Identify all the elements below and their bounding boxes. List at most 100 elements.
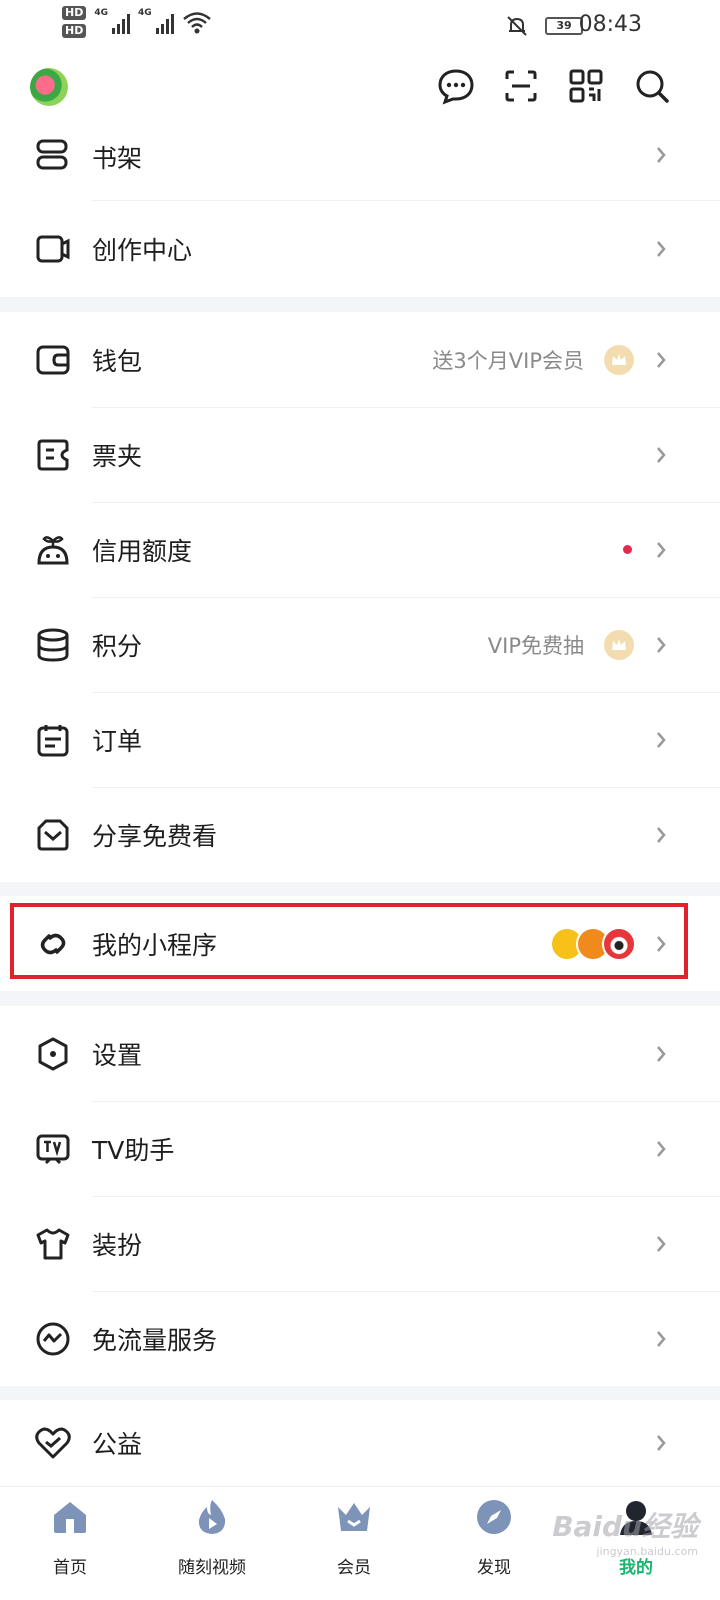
menu-item-label: 分享免费看 bbox=[92, 821, 218, 851]
menu-item-label: 公益 bbox=[92, 1430, 143, 1459]
menu-item-bookshelf[interactable]: 书架 bbox=[0, 127, 720, 187]
weibo-icon bbox=[602, 926, 636, 961]
menu-item-label: 订单 bbox=[92, 726, 143, 756]
chevron-right-icon bbox=[657, 1141, 666, 1157]
tab-label: 随刻视频 bbox=[178, 1558, 246, 1578]
menu-item-label: 书架 bbox=[92, 144, 143, 173]
status-bar: HD HD 4G 4G 39 08:43 bbox=[0, 0, 720, 52]
menu-group-settings: 设置 TV助手 装扮 免流量服务 bbox=[0, 1006, 720, 1386]
bottom-tab-bar: 首页 随刻视频 会员 发现 我的 Baidu经验 jingyan.baidu.c… bbox=[0, 1486, 720, 1600]
chevron-right-icon bbox=[657, 732, 666, 748]
status-right: 39 bbox=[505, 14, 583, 38]
menu-group-charity: 公益 bbox=[0, 1400, 720, 1486]
charity-icon bbox=[35, 1427, 71, 1459]
mute-bell-icon bbox=[507, 16, 527, 36]
search-icon[interactable] bbox=[632, 66, 672, 106]
order-icon bbox=[37, 725, 69, 757]
wallet-icon bbox=[36, 345, 70, 375]
chevron-right-icon bbox=[657, 447, 666, 463]
home-icon bbox=[54, 1502, 86, 1533]
sim1-hd-badge: HD bbox=[62, 6, 87, 20]
menu-item-label: 票夹 bbox=[92, 441, 143, 471]
menu-item-share[interactable]: 分享免费看 bbox=[0, 787, 720, 882]
notification-dot bbox=[623, 545, 632, 554]
menu-group-mini-programs: 我的小程序 bbox=[0, 896, 720, 991]
vip-crown-badge-icon bbox=[604, 629, 634, 660]
signal-2-icon: 4G bbox=[138, 6, 174, 34]
chevron-right-icon bbox=[657, 352, 666, 368]
menu-item-settings[interactable]: 设置 bbox=[0, 1006, 720, 1101]
menu-item-label: 免流量服务 bbox=[92, 1325, 218, 1355]
menu-item-free-data[interactable]: 免流量服务 bbox=[0, 1291, 720, 1386]
network-type-label: 4G bbox=[94, 8, 108, 18]
chevron-right-icon bbox=[657, 1236, 666, 1252]
ticket-icon bbox=[37, 439, 69, 471]
settings-icon bbox=[38, 1037, 68, 1071]
signal-1-icon: 4G bbox=[94, 6, 130, 34]
tab-label: 我的 bbox=[619, 1558, 653, 1578]
message-icon[interactable] bbox=[436, 66, 476, 106]
chevron-right-icon bbox=[657, 827, 666, 843]
menu-item-tv-assistant[interactable]: TV助手 bbox=[0, 1101, 720, 1196]
profile-icon bbox=[620, 1501, 652, 1535]
wallet-promo-text: 送3个月VIP会员 bbox=[432, 348, 584, 373]
bookshelf-icon bbox=[36, 139, 68, 170]
menu-item-label: TV助手 bbox=[92, 1135, 175, 1165]
avatar[interactable] bbox=[30, 68, 68, 106]
chevron-right-icon bbox=[657, 1435, 666, 1451]
menu-item-label: 设置 bbox=[92, 1040, 143, 1070]
signal-area: HD HD 4G 4G bbox=[62, 6, 212, 42]
tab-suike-video[interactable]: 随刻视频 bbox=[152, 1497, 272, 1578]
tab-mine[interactable]: 我的 bbox=[576, 1497, 696, 1578]
menu-group-content: 书架 创作中心 bbox=[0, 127, 720, 297]
tab-home[interactable]: 首页 bbox=[10, 1497, 130, 1578]
qrcode-icon[interactable] bbox=[566, 66, 606, 106]
chevron-right-icon bbox=[657, 1331, 666, 1347]
vip-crown-badge-icon bbox=[604, 344, 634, 375]
dressup-icon bbox=[36, 1228, 70, 1260]
share-icon bbox=[37, 819, 69, 851]
chevron-right-icon bbox=[657, 241, 666, 257]
chevron-right-icon bbox=[657, 542, 666, 558]
clock: 08:43 bbox=[578, 12, 642, 37]
menu-item-label: 装扮 bbox=[92, 1230, 143, 1260]
flame-icon bbox=[198, 1500, 226, 1534]
menu-item-wallet[interactable]: 钱包 送3个月VIP会员 bbox=[0, 312, 720, 407]
menu-item-label: 创作中心 bbox=[92, 235, 193, 265]
menu-group-account: 钱包 送3个月VIP会员 票夹 信用额度 积分 VIP免费抽 订单 分享免费看 bbox=[0, 312, 720, 882]
menu-item-creation-center[interactable]: 创作中心 bbox=[0, 201, 720, 296]
menu-item-dressup[interactable]: 装扮 bbox=[0, 1196, 720, 1291]
wifi-icon bbox=[182, 12, 211, 34]
sim-indicators: HD HD bbox=[62, 6, 87, 42]
credit-icon bbox=[37, 536, 69, 565]
sim2-hd-badge: HD bbox=[62, 24, 87, 38]
network-type-label: 4G bbox=[138, 8, 152, 18]
chevron-right-icon bbox=[657, 1046, 666, 1062]
tab-discover[interactable]: 发现 bbox=[434, 1497, 554, 1578]
chevron-right-icon bbox=[657, 637, 666, 653]
menu-item-ticket[interactable]: 票夹 bbox=[0, 407, 720, 502]
tab-vip[interactable]: 会员 bbox=[294, 1497, 414, 1578]
vip-crown-icon bbox=[338, 1503, 370, 1531]
compass-icon bbox=[477, 1500, 511, 1534]
tab-label: 发现 bbox=[477, 1558, 511, 1578]
chevron-right-icon bbox=[657, 147, 666, 163]
free-data-icon bbox=[36, 1322, 70, 1356]
menu-item-points[interactable]: 积分 VIP免费抽 bbox=[0, 597, 720, 692]
menu-item-order[interactable]: 订单 bbox=[0, 692, 720, 787]
menu-item-mini-programs[interactable]: 我的小程序 bbox=[0, 896, 720, 991]
menu-item-charity[interactable]: 公益 bbox=[0, 1400, 720, 1486]
menu-item-label: 信用额度 bbox=[92, 536, 193, 566]
mini-program-icon bbox=[40, 933, 66, 955]
tab-label: 会员 bbox=[337, 1558, 371, 1578]
menu-item-credit[interactable]: 信用额度 bbox=[0, 502, 720, 597]
tab-label: 首页 bbox=[53, 1558, 87, 1578]
mini-program-logos bbox=[550, 926, 636, 961]
battery-indicator: 39 bbox=[545, 17, 583, 35]
tv-icon bbox=[36, 1134, 70, 1165]
points-icon bbox=[37, 628, 69, 662]
menu-item-label: 钱包 bbox=[92, 346, 143, 376]
scan-icon[interactable] bbox=[501, 66, 541, 106]
points-promo-text: VIP免费抽 bbox=[487, 633, 584, 658]
menu-item-label: 积分 bbox=[92, 631, 143, 661]
